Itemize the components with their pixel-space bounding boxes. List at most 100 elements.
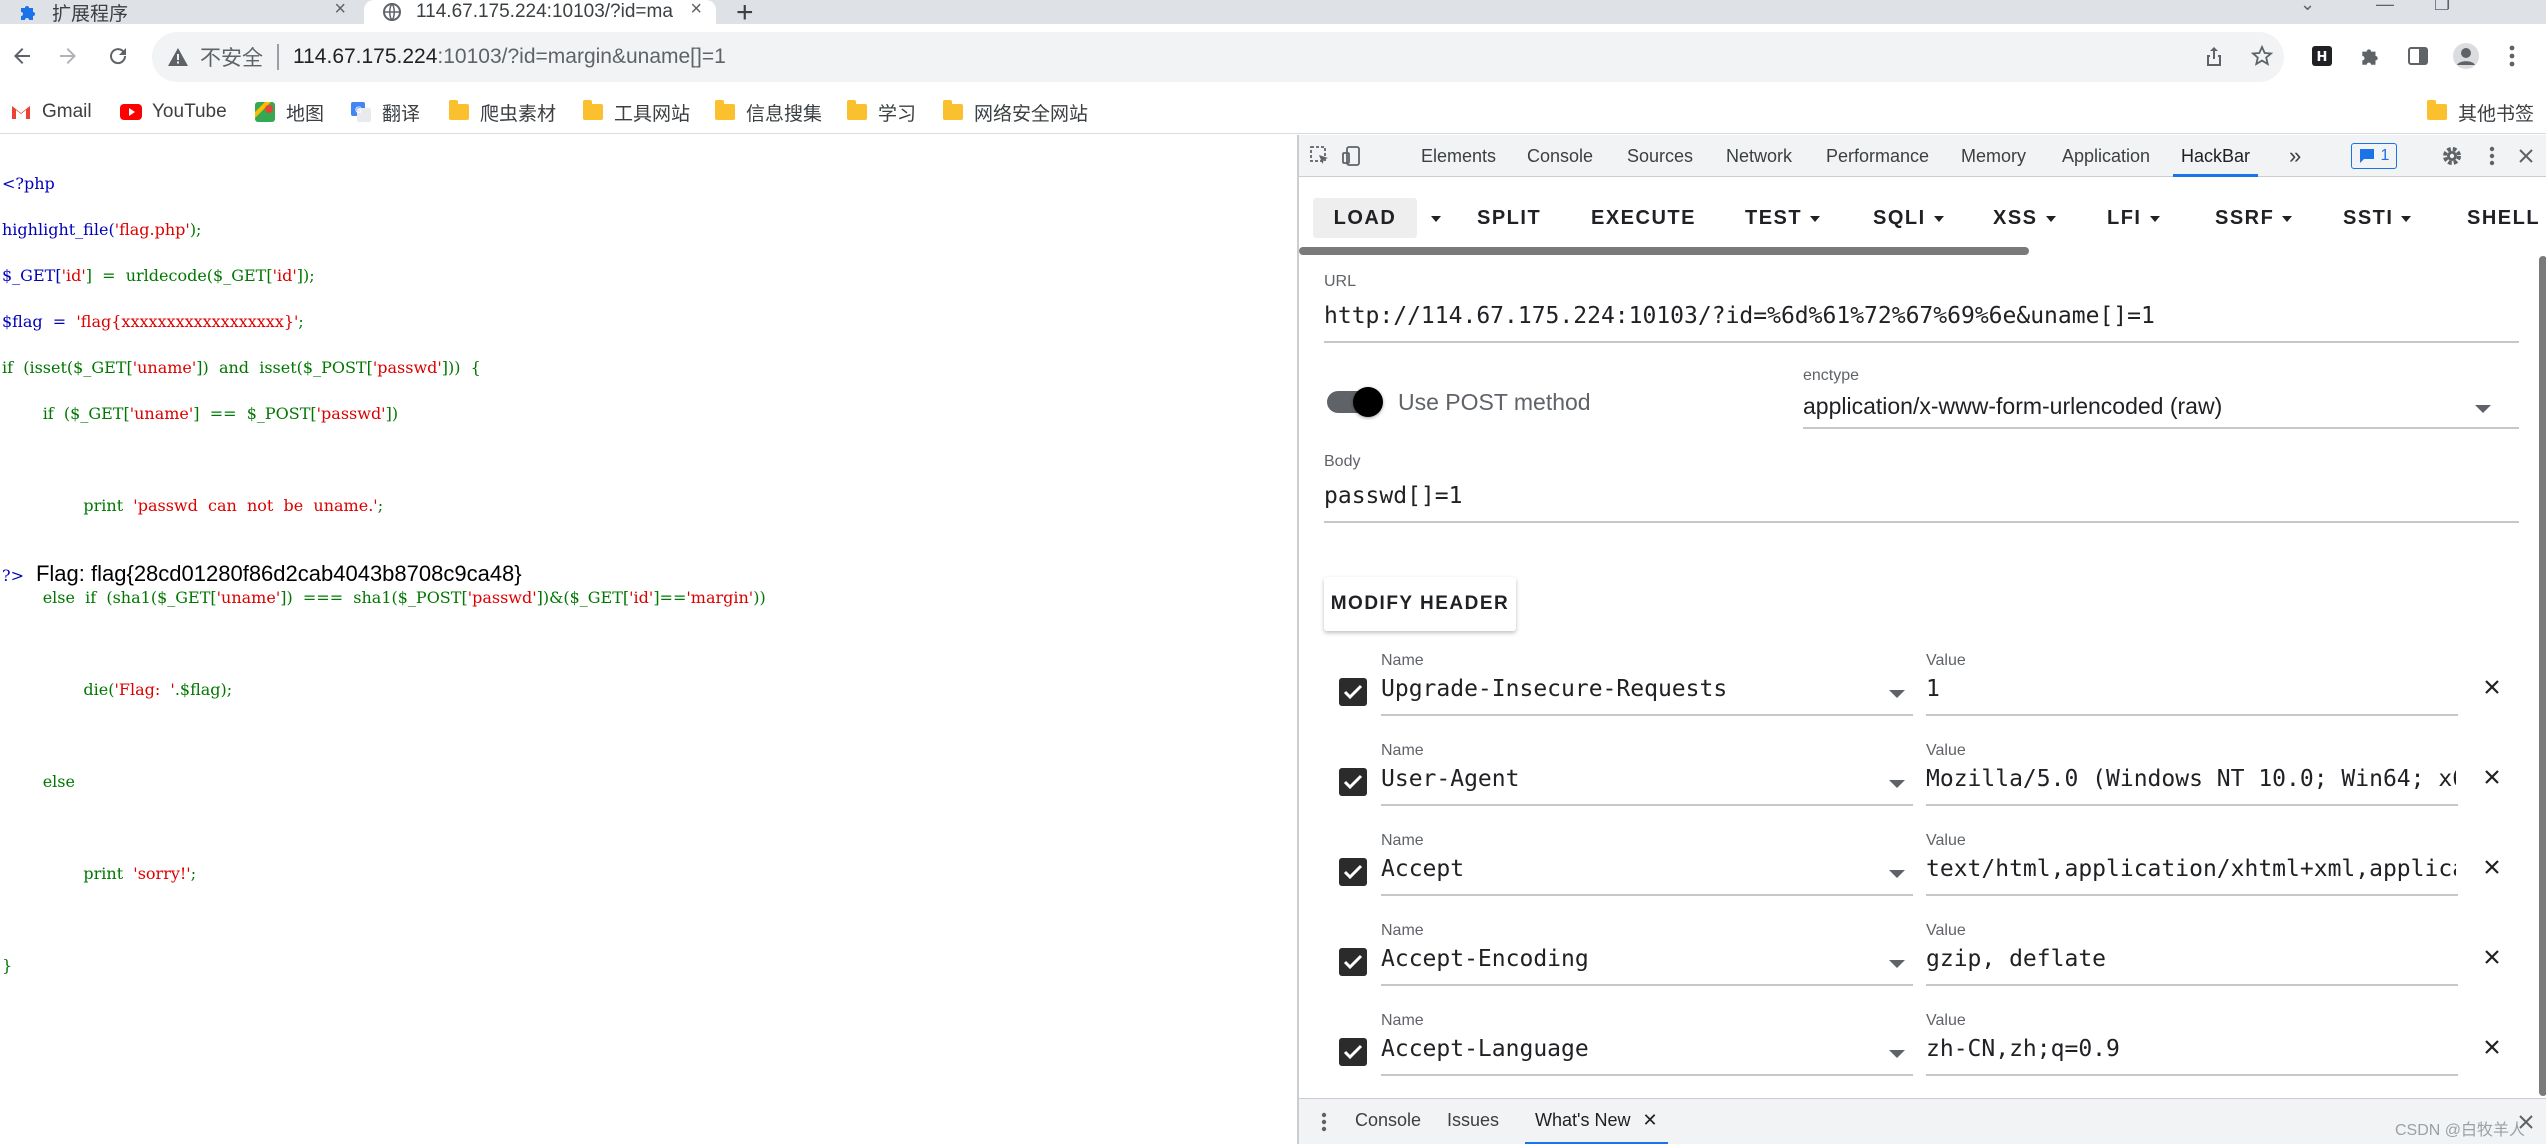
inspect-element-icon[interactable]	[1307, 143, 1333, 169]
ssrf-menu-button[interactable]: SSRF	[2215, 198, 2293, 238]
header-name-dropdown-icon[interactable]	[1889, 870, 1905, 878]
header-enabled-checkbox[interactable]	[1339, 858, 1367, 886]
header-enabled-checkbox[interactable]	[1339, 948, 1367, 976]
devtools-tab-console[interactable]: Console	[1527, 135, 1593, 177]
bookmark-translate[interactable]: G 翻译	[350, 98, 420, 126]
url-underline	[1324, 341, 2519, 343]
load-dropdown-button[interactable]	[1423, 198, 1443, 238]
chevron-down-icon	[2149, 215, 2160, 222]
header-value-input[interactable]: text/html,application/xhtml+xml,applicat…	[1926, 856, 2456, 882]
load-button[interactable]: LOAD	[1313, 198, 1417, 238]
close-tab-icon[interactable]: ✕	[1642, 1110, 1657, 1130]
header-enabled-checkbox[interactable]	[1339, 678, 1367, 706]
device-toolbar-icon[interactable]	[1339, 143, 1365, 169]
bookmark-label: 信息搜集	[746, 103, 823, 125]
bookmark-folder-study[interactable]: 学习	[846, 98, 916, 126]
ssti-label: SSTI	[2343, 207, 2394, 229]
header-value-input[interactable]: 1	[1926, 676, 2456, 702]
lfi-menu-button[interactable]: LFI	[2107, 198, 2160, 238]
bookmark-maps[interactable]: 地图	[254, 98, 324, 126]
hackbar-toolbar-scrollbar[interactable]	[1299, 247, 2029, 255]
enctype-dropdown-icon[interactable]	[2475, 405, 2491, 413]
code-line: else if (sha1($_GET['uname']) === sha1($…	[2, 588, 766, 607]
tab-active-page[interactable]: 114.67.175.224:10103/?id=ma ×	[364, 0, 716, 24]
ssti-menu-button[interactable]: SSTI	[2343, 198, 2412, 238]
drawer-tab-console[interactable]: Console	[1355, 1099, 1421, 1144]
delete-header-icon[interactable]	[2477, 852, 2507, 882]
devtools-tab-performance[interactable]: Performance	[1826, 135, 1929, 177]
bookmark-folder-info[interactable]: 信息搜集	[714, 98, 822, 126]
devtools-tab-memory[interactable]: Memory	[1961, 135, 2026, 177]
bookmark-folder-other[interactable]: 其他书签	[2426, 98, 2534, 126]
bookmark-folder-crawler[interactable]: 爬虫素材	[448, 98, 556, 126]
messages-badge[interactable]: 1	[2351, 143, 2397, 169]
post-method-toggle[interactable]	[1327, 379, 1383, 423]
tab-extensions[interactable]: 扩展程序 ×	[0, 0, 360, 25]
header-value-input[interactable]: zh-CN,zh;q=0.9	[1926, 1036, 2456, 1062]
header-name-underline	[1381, 984, 1913, 986]
header-name-input[interactable]: Accept	[1381, 856, 1881, 882]
xss-menu-button[interactable]: XSS	[1993, 198, 2056, 238]
extensions-puzzle-icon[interactable]	[2352, 38, 2388, 74]
maximize-icon[interactable]: ❐	[2434, 0, 2450, 15]
devtools-tab-hackbar[interactable]: HackBar	[2173, 135, 2259, 177]
profile-avatar-icon[interactable]	[2448, 38, 2484, 74]
side-panel-icon[interactable]	[2400, 38, 2436, 74]
header-name-dropdown-icon[interactable]	[1889, 1050, 1905, 1058]
devtools-tab-elements[interactable]: Elements	[1421, 135, 1496, 177]
hackbar-extension-icon[interactable]: H	[2304, 38, 2340, 74]
close-tab-icon[interactable]: ×	[334, 0, 346, 21]
close-devtools-icon[interactable]	[2513, 143, 2539, 169]
minimize-icon[interactable]: —	[2376, 0, 2394, 15]
header-name-input[interactable]: Accept-Encoding	[1381, 946, 1881, 972]
delete-header-icon[interactable]	[2477, 1032, 2507, 1062]
devtools-tab-application[interactable]: Application	[2062, 135, 2150, 177]
test-menu-button[interactable]: TEST	[1745, 198, 1821, 238]
enctype-select[interactable]: application/x-www-form-urlencoded (raw)	[1803, 393, 2222, 420]
header-enabled-checkbox[interactable]	[1339, 768, 1367, 796]
shell-menu-button[interactable]: SHELL	[2467, 198, 2540, 238]
forward-button[interactable]	[50, 38, 86, 74]
back-button[interactable]	[4, 38, 40, 74]
security-label[interactable]: 不安全	[200, 42, 263, 72]
sqli-menu-button[interactable]: SQLI	[1873, 198, 1944, 238]
devtools-tab-network[interactable]: Network	[1726, 135, 1792, 177]
drawer-tab-whats-new[interactable]: What's New ✕	[1525, 1099, 1668, 1144]
header-name-dropdown-icon[interactable]	[1889, 960, 1905, 968]
settings-gear-icon[interactable]	[2439, 143, 2465, 169]
header-name-input[interactable]: Accept-Language	[1381, 1036, 1881, 1062]
devtools-tab-sources[interactable]: Sources	[1627, 135, 1693, 177]
hackbar-vertical-scrollbar[interactable]	[2539, 256, 2546, 1096]
tab-search-icon[interactable]: ⌄	[2300, 0, 2315, 15]
header-name-dropdown-icon[interactable]	[1889, 780, 1905, 788]
execute-button[interactable]: EXECUTE	[1591, 198, 1696, 238]
url-input[interactable]: http://114.67.175.224:10103/?id=%6d%61%7…	[1324, 303, 2504, 329]
share-icon[interactable]	[2196, 38, 2232, 74]
split-button[interactable]: SPLIT	[1477, 198, 1541, 238]
warning-icon[interactable]	[166, 45, 190, 69]
bookmark-folder-tools[interactable]: 工具网站	[582, 98, 690, 126]
bookmark-youtube[interactable]: YouTube	[120, 98, 227, 126]
delete-header-icon[interactable]	[2477, 672, 2507, 702]
chrome-menu-icon[interactable]	[2494, 38, 2530, 74]
bookmark-folder-security[interactable]: 网络安全网站	[942, 98, 1088, 126]
close-tab-icon[interactable]: ×	[690, 0, 702, 21]
delete-header-icon[interactable]	[2477, 762, 2507, 792]
reload-button[interactable]	[100, 38, 136, 74]
drawer-menu-icon[interactable]	[1311, 1109, 1337, 1135]
drawer-tab-issues[interactable]: Issues	[1447, 1099, 1499, 1144]
devtools-menu-icon[interactable]	[2479, 143, 2505, 169]
address-bar[interactable]: 不安全 114.67.175.224 :10103/?id=margin&una…	[152, 32, 2284, 82]
modify-header-button[interactable]: MODIFY HEADER	[1324, 577, 1516, 631]
delete-header-icon[interactable]	[2477, 942, 2507, 972]
header-enabled-checkbox[interactable]	[1339, 1038, 1367, 1066]
more-tabs-icon[interactable]: »	[2289, 135, 2301, 177]
bookmark-gmail[interactable]: Gmail	[10, 98, 92, 126]
header-name-input[interactable]: User-Agent	[1381, 766, 1881, 792]
header-value-input[interactable]: gzip, deflate	[1926, 946, 2456, 972]
body-input[interactable]: passwd[]=1	[1324, 483, 2504, 509]
header-name-input[interactable]: Upgrade-Insecure-Requests	[1381, 676, 1881, 702]
header-name-dropdown-icon[interactable]	[1889, 690, 1905, 698]
bookmark-star-icon[interactable]	[2244, 38, 2280, 74]
header-value-input[interactable]: Mozilla/5.0 (Windows NT 10.0; Win64; x64…	[1926, 766, 2456, 792]
